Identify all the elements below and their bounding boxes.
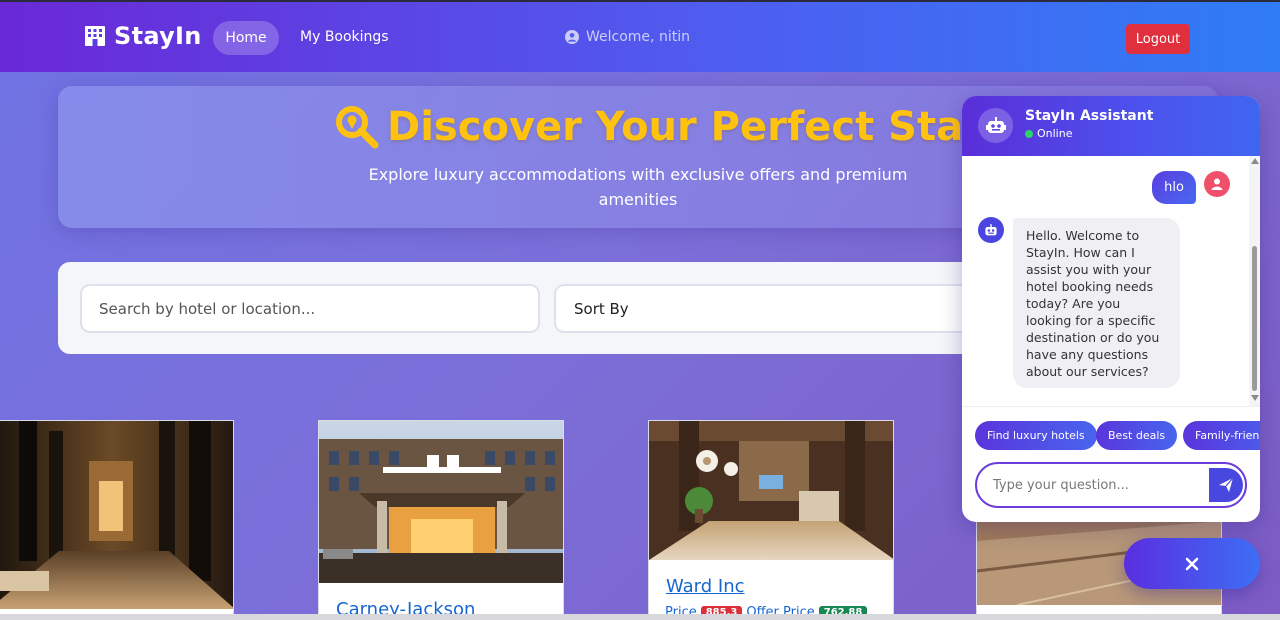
send-button[interactable]	[1209, 468, 1243, 502]
hero-title: Discover Your Perfect Stay	[335, 104, 988, 150]
brand-name: StayIn	[114, 22, 202, 50]
online-status-dot	[1025, 129, 1033, 138]
logout-button[interactable]: Logout	[1126, 24, 1190, 54]
bot-avatar	[978, 108, 1013, 143]
hotel-image	[649, 421, 893, 560]
hotel-image	[0, 421, 233, 609]
hero-subtitle: Explore luxury accommodations with exclu…	[368, 165, 908, 209]
robot-icon	[985, 223, 997, 235]
scroll-down-arrow-icon[interactable]	[1251, 395, 1259, 401]
chat-header: StayIn Assistant Online	[962, 96, 1260, 156]
user-icon	[1211, 178, 1223, 190]
hotel-name-link[interactable]: Ward Inc	[666, 576, 745, 597]
hotel-card[interactable]	[0, 420, 234, 620]
suggestion-chip[interactable]: Best deals	[1096, 421, 1178, 450]
user-avatar	[1204, 171, 1230, 197]
user-message: hlo	[1152, 171, 1196, 204]
chat-title: StayIn Assistant	[1025, 108, 1154, 124]
scroll-thumb[interactable]	[1252, 246, 1257, 391]
chat-messages[interactable]: hlo Hello. Welcome to StayIn. How can I …	[962, 156, 1260, 406]
sort-by-select[interactable]: Sort By	[554, 284, 974, 333]
search-location-icon	[336, 106, 379, 149]
nav-my-bookings-link[interactable]: My Bookings	[300, 29, 389, 45]
nav-home-link[interactable]: Home	[213, 21, 279, 55]
suggestion-chip[interactable]: Family-friendly	[1183, 421, 1260, 450]
paper-plane-icon	[1219, 477, 1234, 492]
chat-input[interactable]: Type your question...	[975, 462, 1247, 508]
hero-title-text: Discover Your Perfect Stay	[387, 104, 988, 150]
welcome-text: Welcome, nitin	[586, 29, 690, 45]
hotel-image	[319, 421, 563, 583]
window-bottom-bar	[0, 614, 1280, 620]
suggestion-chips: Find luxury hotels Best deals Family-fri…	[962, 406, 1260, 456]
hotel-building-icon	[85, 26, 105, 46]
chat-status-text: Online	[1037, 127, 1073, 140]
welcome-message: Welcome, nitin	[565, 29, 690, 45]
hotel-card[interactable]: Ward Inc Price 885.3 Offer Price 762.88	[648, 420, 894, 620]
bot-message: Hello. Welcome to StayIn. How can I assi…	[1013, 218, 1180, 388]
chat-widget: StayIn Assistant Online hlo Hello. Welco…	[962, 96, 1260, 522]
robot-icon	[985, 116, 1006, 133]
suggestion-chip[interactable]: Find luxury hotels	[975, 421, 1097, 450]
close-icon	[1185, 557, 1199, 570]
close-chat-button[interactable]	[1124, 538, 1260, 589]
scroll-up-arrow-icon[interactable]	[1251, 158, 1259, 164]
chat-status: Online	[1025, 127, 1072, 140]
chat-input-placeholder: Type your question...	[993, 478, 1129, 493]
search-input[interactable]: Search by hotel or location...	[80, 284, 540, 333]
user-circle-icon	[565, 30, 579, 44]
navbar: StayIn Home My Bookings Welcome, nitin L…	[0, 0, 1280, 72]
bot-avatar	[978, 217, 1004, 243]
brand-logo[interactable]: StayIn	[84, 22, 202, 50]
hotel-card[interactable]: Carney-Jackson	[318, 420, 564, 620]
chat-scrollbar[interactable]	[1249, 156, 1260, 406]
